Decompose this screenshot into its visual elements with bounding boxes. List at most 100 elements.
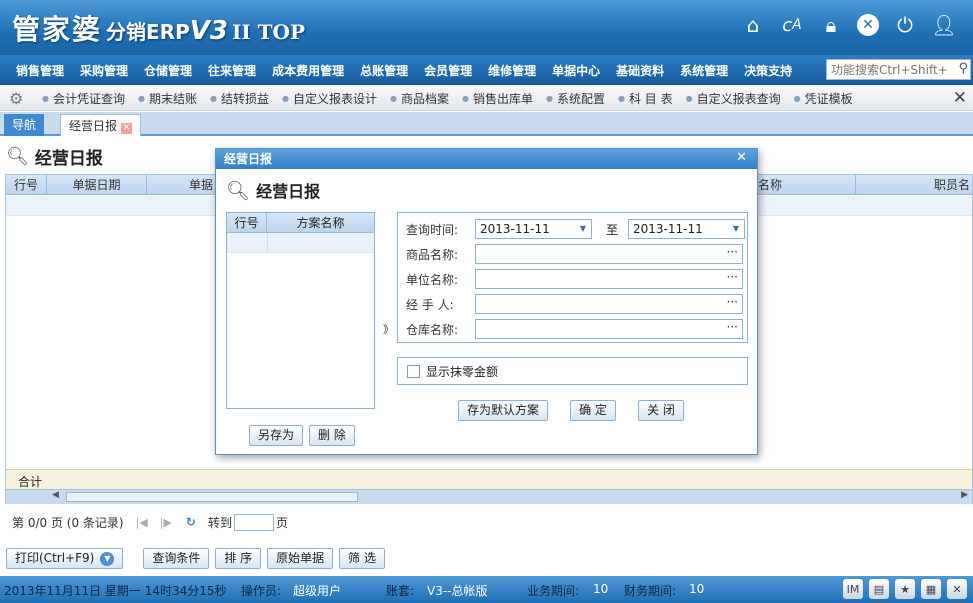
menu-item-accounts[interactable]: 往来管理 — [200, 62, 264, 79]
chat-icon[interactable]: IM — [843, 579, 863, 599]
sort-button[interactable]: 排 序 — [215, 548, 262, 569]
fin-period-value: 10 — [689, 582, 705, 596]
font-icon[interactable]: cA — [779, 12, 805, 38]
menu-item-sales[interactable]: 销售管理 — [8, 62, 72, 79]
page-info: 第 0/0 页 (0 条记录) — [12, 515, 124, 530]
page-title: 🔍︎ 经营日报 — [6, 144, 103, 169]
col-doc-date[interactable]: 单据日期 — [47, 175, 147, 195]
menu-item-ledger[interactable]: 总账管理 — [352, 62, 416, 79]
scheme-col-row-no: 行号 — [227, 213, 267, 233]
function-search-input[interactable] — [827, 60, 947, 79]
options-box: 显示抹零金额 — [397, 357, 748, 385]
ellipsis-icon[interactable]: ··· — [727, 243, 738, 261]
ellipsis-icon[interactable]: ··· — [727, 293, 738, 311]
quick-link[interactable]: 自定义报表查询 — [686, 90, 781, 107]
handler-label: 经 手 人: — [406, 297, 454, 312]
quick-link[interactable]: 销售出库单 — [462, 90, 533, 107]
original-docs-button[interactable]: 原始单据 — [267, 548, 334, 569]
date-to-select[interactable]: 2013-11-11 ▼ — [628, 219, 746, 239]
menu-item-basic-data[interactable]: 基础资料 — [608, 62, 672, 79]
page-unit-label: 页 — [276, 515, 289, 530]
exit-icon[interactable]: ✕ — [947, 579, 967, 599]
date-from-select[interactable]: 2013-11-11 ▼ — [475, 219, 592, 239]
dialog-title[interactable]: 经营日报 — [216, 149, 757, 169]
quick-link[interactable]: 结转损益 — [210, 90, 269, 107]
delete-button[interactable]: 删 除 — [309, 425, 355, 446]
main-menu-bar: 销售管理 采购管理 仓储管理 往来管理 成本费用管理 总账管理 会员管理 维修管… — [0, 55, 973, 85]
lock-icon[interactable]: 🔒︎ — [818, 12, 844, 38]
horizontal-scrollbar[interactable]: ◀ ▶ — [6, 489, 972, 504]
scroll-thumb[interactable] — [66, 492, 358, 502]
query-conditions-button[interactable]: 查询条件 — [143, 548, 210, 569]
save-as-button[interactable]: 另存为 — [249, 425, 304, 446]
chevron-down-icon[interactable]: ▼ — [100, 552, 115, 566]
dialog-close-icon[interactable]: ✕ — [736, 150, 747, 165]
menu-item-repair[interactable]: 维修管理 — [480, 62, 544, 79]
handler-field[interactable]: ··· — [475, 294, 743, 314]
quick-link[interactable]: 自定义报表设计 — [282, 90, 377, 107]
scheme-col-name: 方案名称 — [296, 216, 345, 230]
col-doc[interactable]: 单据 — [147, 175, 217, 195]
scroll-right-icon[interactable]: ▶ — [961, 490, 968, 500]
quick-link[interactable]: 期末结账 — [138, 90, 197, 107]
goto-page-input[interactable] — [234, 513, 274, 531]
quick-link[interactable]: 科 目 表 — [618, 90, 673, 107]
handler-row: 经 手 人: ··· — [406, 294, 743, 314]
quick-link[interactable]: 凭证模板 — [794, 90, 853, 107]
warehouse-row: 仓库名称: ··· — [406, 319, 743, 339]
account-value: V3--总帐版 — [427, 584, 488, 598]
next-page-icon[interactable]: |▶ — [160, 516, 172, 529]
close-button[interactable]: 关 闭 — [638, 400, 685, 421]
close-icon[interactable]: ✕ — [857, 14, 879, 36]
menu-item-warehouse[interactable]: 仓储管理 — [136, 62, 200, 79]
dialog-heading: 🔍︎ 经营日报 — [226, 178, 320, 202]
product-field[interactable]: ··· — [475, 244, 743, 264]
gear-icon[interactable]: ⚙ — [9, 89, 23, 108]
expand-toggle[interactable]: 》 — [383, 321, 394, 337]
tab-navigation[interactable]: 导航 — [4, 114, 45, 136]
daily-report-dialog: 经营日报 ✕ 🔍︎ 经营日报 行号 方案名称 另存为 删 除 》 查询时间: 2… — [215, 148, 758, 455]
ellipsis-icon[interactable]: ··· — [727, 318, 738, 336]
col-staff-name[interactable]: 职员名 — [856, 175, 972, 195]
notepad-icon[interactable]: ▤ — [869, 579, 889, 599]
home-icon[interactable]: ⌂ — [740, 12, 766, 38]
user-icon[interactable]: 👤︎ — [931, 12, 957, 38]
brand-logo: 管家婆 分销ERPV3 II TOP — [12, 8, 305, 48]
show-rounding-label[interactable]: 显示抹零金额 — [426, 363, 498, 380]
menu-item-system[interactable]: 系统管理 — [672, 62, 736, 79]
power-icon[interactable]: ⏻ — [892, 12, 918, 38]
search-icon[interactable]: ⚲ — [958, 61, 968, 76]
print-button[interactable]: 打印(Ctrl+F9) ▼ — [6, 548, 124, 569]
ok-button[interactable]: 确 定 — [570, 400, 617, 421]
ellipsis-icon[interactable]: ··· — [727, 268, 738, 286]
refresh-icon[interactable]: ↻ — [186, 515, 196, 529]
menu-item-documents[interactable]: 单据中心 — [544, 62, 608, 79]
quick-links-bar: ⚙ 会计凭证查询 期末结账 结转损益 自定义报表设计 商品档案 销售出库单 系统… — [0, 86, 973, 111]
quick-link[interactable]: 会计凭证查询 — [42, 90, 125, 107]
star-icon[interactable]: ★ — [895, 579, 915, 599]
quick-link[interactable]: 系统配置 — [546, 90, 605, 107]
scroll-left-icon[interactable]: ◀ — [52, 490, 59, 500]
dropdown-arrow-icon[interactable]: ▼ — [580, 220, 586, 238]
prev-page-icon[interactable]: |◀ — [136, 516, 148, 529]
dropdown-arrow-icon[interactable]: ▼ — [733, 220, 739, 238]
close-quickbar-icon[interactable]: ✕ — [953, 88, 967, 108]
filter-button[interactable]: 筛 选 — [339, 548, 385, 569]
show-rounding-checkbox[interactable] — [407, 364, 420, 378]
dialog-heading-text: 经营日报 — [256, 182, 321, 201]
warehouse-field[interactable]: ··· — [475, 319, 743, 339]
save-default-button[interactable]: 存为默认方案 — [458, 400, 549, 421]
warehouse-label: 仓库名称: — [406, 322, 459, 337]
tab-daily-report[interactable]: 经营日报 ✕ — [60, 114, 142, 136]
col-row-no[interactable]: 行号 — [6, 175, 47, 195]
calculator-icon[interactable]: ▦ — [921, 579, 941, 599]
tab-label: 经营日报 — [69, 119, 118, 133]
scheme-row[interactable] — [227, 233, 374, 253]
tab-close-icon[interactable]: ✕ — [121, 123, 133, 134]
unit-field[interactable]: ··· — [475, 269, 743, 289]
menu-item-purchase[interactable]: 采购管理 — [72, 62, 136, 79]
quick-link[interactable]: 商品档案 — [390, 90, 449, 107]
menu-item-members[interactable]: 会员管理 — [416, 62, 480, 79]
menu-item-cost[interactable]: 成本费用管理 — [264, 62, 352, 79]
menu-item-decision[interactable]: 决策支持 — [736, 62, 800, 79]
